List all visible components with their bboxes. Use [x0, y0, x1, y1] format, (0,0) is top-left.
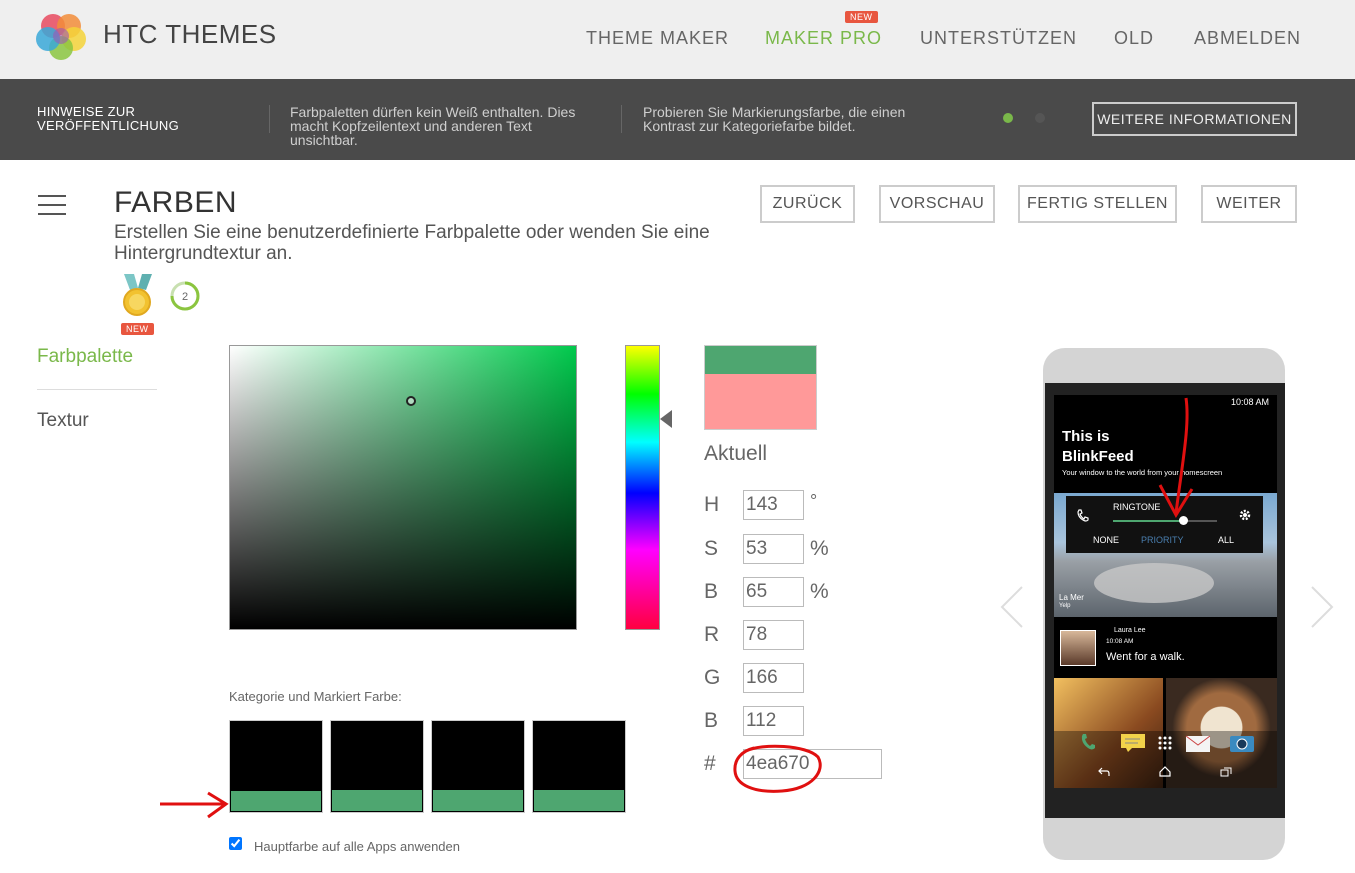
volume-option-priority[interactable]: PRIORITY — [1141, 535, 1184, 545]
new-badge: NEW — [121, 323, 154, 335]
percent-unit: % — [810, 537, 829, 560]
divider — [37, 389, 157, 390]
mail-icon[interactable] — [1185, 735, 1211, 753]
post-text: Went for a walk. — [1106, 651, 1185, 663]
saturation-label: S — [704, 537, 719, 560]
swatch-1[interactable] — [229, 720, 323, 813]
back-nav-icon[interactable] — [1098, 767, 1110, 777]
swatch-accent — [534, 790, 624, 811]
camera-icon[interactable] — [1229, 733, 1255, 753]
red-arrow-annotation — [160, 791, 229, 819]
status-time: 10:08 AM — [1230, 397, 1269, 407]
hex-input[interactable] — [743, 749, 882, 779]
divider — [621, 105, 622, 133]
sidebar-item-palette[interactable]: Farbpalette — [37, 346, 133, 368]
swatch-label: Kategorie und Markiert Farbe: — [229, 689, 402, 704]
finish-button[interactable]: FERTIG STELLEN — [1018, 185, 1177, 223]
swatch-2[interactable] — [330, 720, 424, 813]
apply-all-apps-label: Hauptfarbe auf alle Apps anwenden — [254, 839, 460, 854]
green-label: G — [704, 666, 721, 689]
swatch-accent — [332, 790, 422, 811]
feed-title: BlinkFeed — [1062, 448, 1134, 465]
level-progress-icon: 2 — [170, 281, 200, 311]
tip-text: Farbpaletten dürfen kein Weiß enthalten.… — [290, 104, 576, 148]
nav-logout[interactable]: ABMELDEN — [1194, 28, 1301, 49]
brightness-label: B — [704, 580, 719, 603]
carousel-dot-active[interactable] — [1003, 113, 1013, 123]
color-picker-cursor[interactable] — [406, 396, 416, 406]
hue-slider-handle[interactable] — [660, 410, 672, 428]
degree-unit: ° — [810, 491, 818, 511]
hamburger-menu-icon[interactable] — [38, 195, 66, 215]
home-nav-icon[interactable] — [1159, 766, 1171, 777]
blue-label: B — [704, 709, 719, 732]
htc-logo-icon[interactable] — [36, 10, 86, 60]
gear-icon[interactable] — [1238, 508, 1252, 522]
level-number: 2 — [182, 291, 188, 303]
place-name: La Mer — [1059, 593, 1084, 602]
brand-title: HTC THEMES — [103, 19, 277, 49]
current-color-preview — [705, 374, 816, 429]
phone-icon[interactable] — [1080, 733, 1096, 751]
chevron-left-icon[interactable] — [998, 585, 1028, 629]
red-label: R — [704, 623, 720, 646]
swatch-accent — [433, 790, 523, 811]
hue-label: H — [704, 493, 720, 516]
apply-all-apps-checkbox[interactable] — [229, 837, 242, 850]
top-header: HTC THEMES THEME MAKER MAKER PRO NEW UNT… — [0, 0, 1355, 79]
recents-nav-icon[interactable] — [1220, 767, 1232, 777]
percent-unit: % — [810, 580, 829, 603]
feed-title: This is — [1062, 428, 1110, 445]
chevron-right-icon[interactable] — [1306, 585, 1336, 629]
divider — [269, 105, 270, 133]
red-arrow-annotation — [1158, 397, 1194, 519]
phone-screen: 10:08 AM This is BlinkFeed Your window t… — [1054, 395, 1277, 788]
color-preview — [704, 345, 817, 430]
page-subtitle: Erstellen Sie eine benutzerdefinierte Fa… — [114, 222, 710, 264]
post-time: 10:08 AM — [1106, 638, 1134, 645]
current-label: Aktuell — [704, 442, 768, 465]
tip-text: Probieren Sie Markierungsfarbe, die eine… — [643, 104, 906, 134]
volume-fill — [1113, 520, 1183, 522]
saturation-input[interactable] — [743, 534, 804, 564]
back-button[interactable]: ZURÜCK — [760, 185, 855, 223]
swatch-accent — [231, 791, 321, 811]
swatch-4[interactable] — [532, 720, 626, 813]
new-color-preview — [705, 346, 816, 374]
place-source: Yelp — [1059, 603, 1071, 609]
new-badge: NEW — [845, 11, 878, 23]
more-info-button[interactable]: WEITERE INFORMATIONEN — [1092, 102, 1297, 136]
apps-grid-icon[interactable] — [1157, 735, 1173, 751]
volume-option-none[interactable]: NONE — [1093, 535, 1119, 545]
nav-maker-pro[interactable]: MAKER PRO — [765, 28, 882, 49]
sidebar-item-texture[interactable]: Textur — [37, 410, 89, 432]
swatch-3[interactable] — [431, 720, 525, 813]
next-button[interactable]: WEITER — [1201, 185, 1297, 223]
green-input[interactable] — [743, 663, 804, 693]
avatar — [1060, 630, 1096, 666]
page-title: FARBEN — [114, 186, 238, 219]
brightness-input[interactable] — [743, 577, 804, 607]
nav-old[interactable]: OLD — [1114, 28, 1154, 49]
blue-input[interactable] — [743, 706, 804, 736]
saturation-brightness-picker[interactable] — [229, 345, 577, 630]
hue-input[interactable] — [743, 490, 804, 520]
volume-option-all[interactable]: ALL — [1218, 535, 1234, 545]
nav-theme-maker[interactable]: THEME MAKER — [586, 28, 729, 49]
medal-icon — [123, 274, 152, 316]
nav-support[interactable]: UNTERSTÜTZEN — [920, 28, 1077, 49]
red-input[interactable] — [743, 620, 804, 650]
tips-title: HINWEISE ZUR VERÖFFENTLICHUNG — [37, 104, 180, 133]
carousel-dot[interactable] — [1035, 113, 1045, 123]
preview-button[interactable]: VORSCHAU — [879, 185, 995, 223]
post-author: Laura Lee — [1114, 627, 1146, 634]
phone-ring-icon — [1077, 509, 1089, 522]
hex-label: # — [704, 752, 716, 775]
hue-slider[interactable] — [625, 345, 660, 630]
messages-icon[interactable] — [1120, 733, 1146, 753]
